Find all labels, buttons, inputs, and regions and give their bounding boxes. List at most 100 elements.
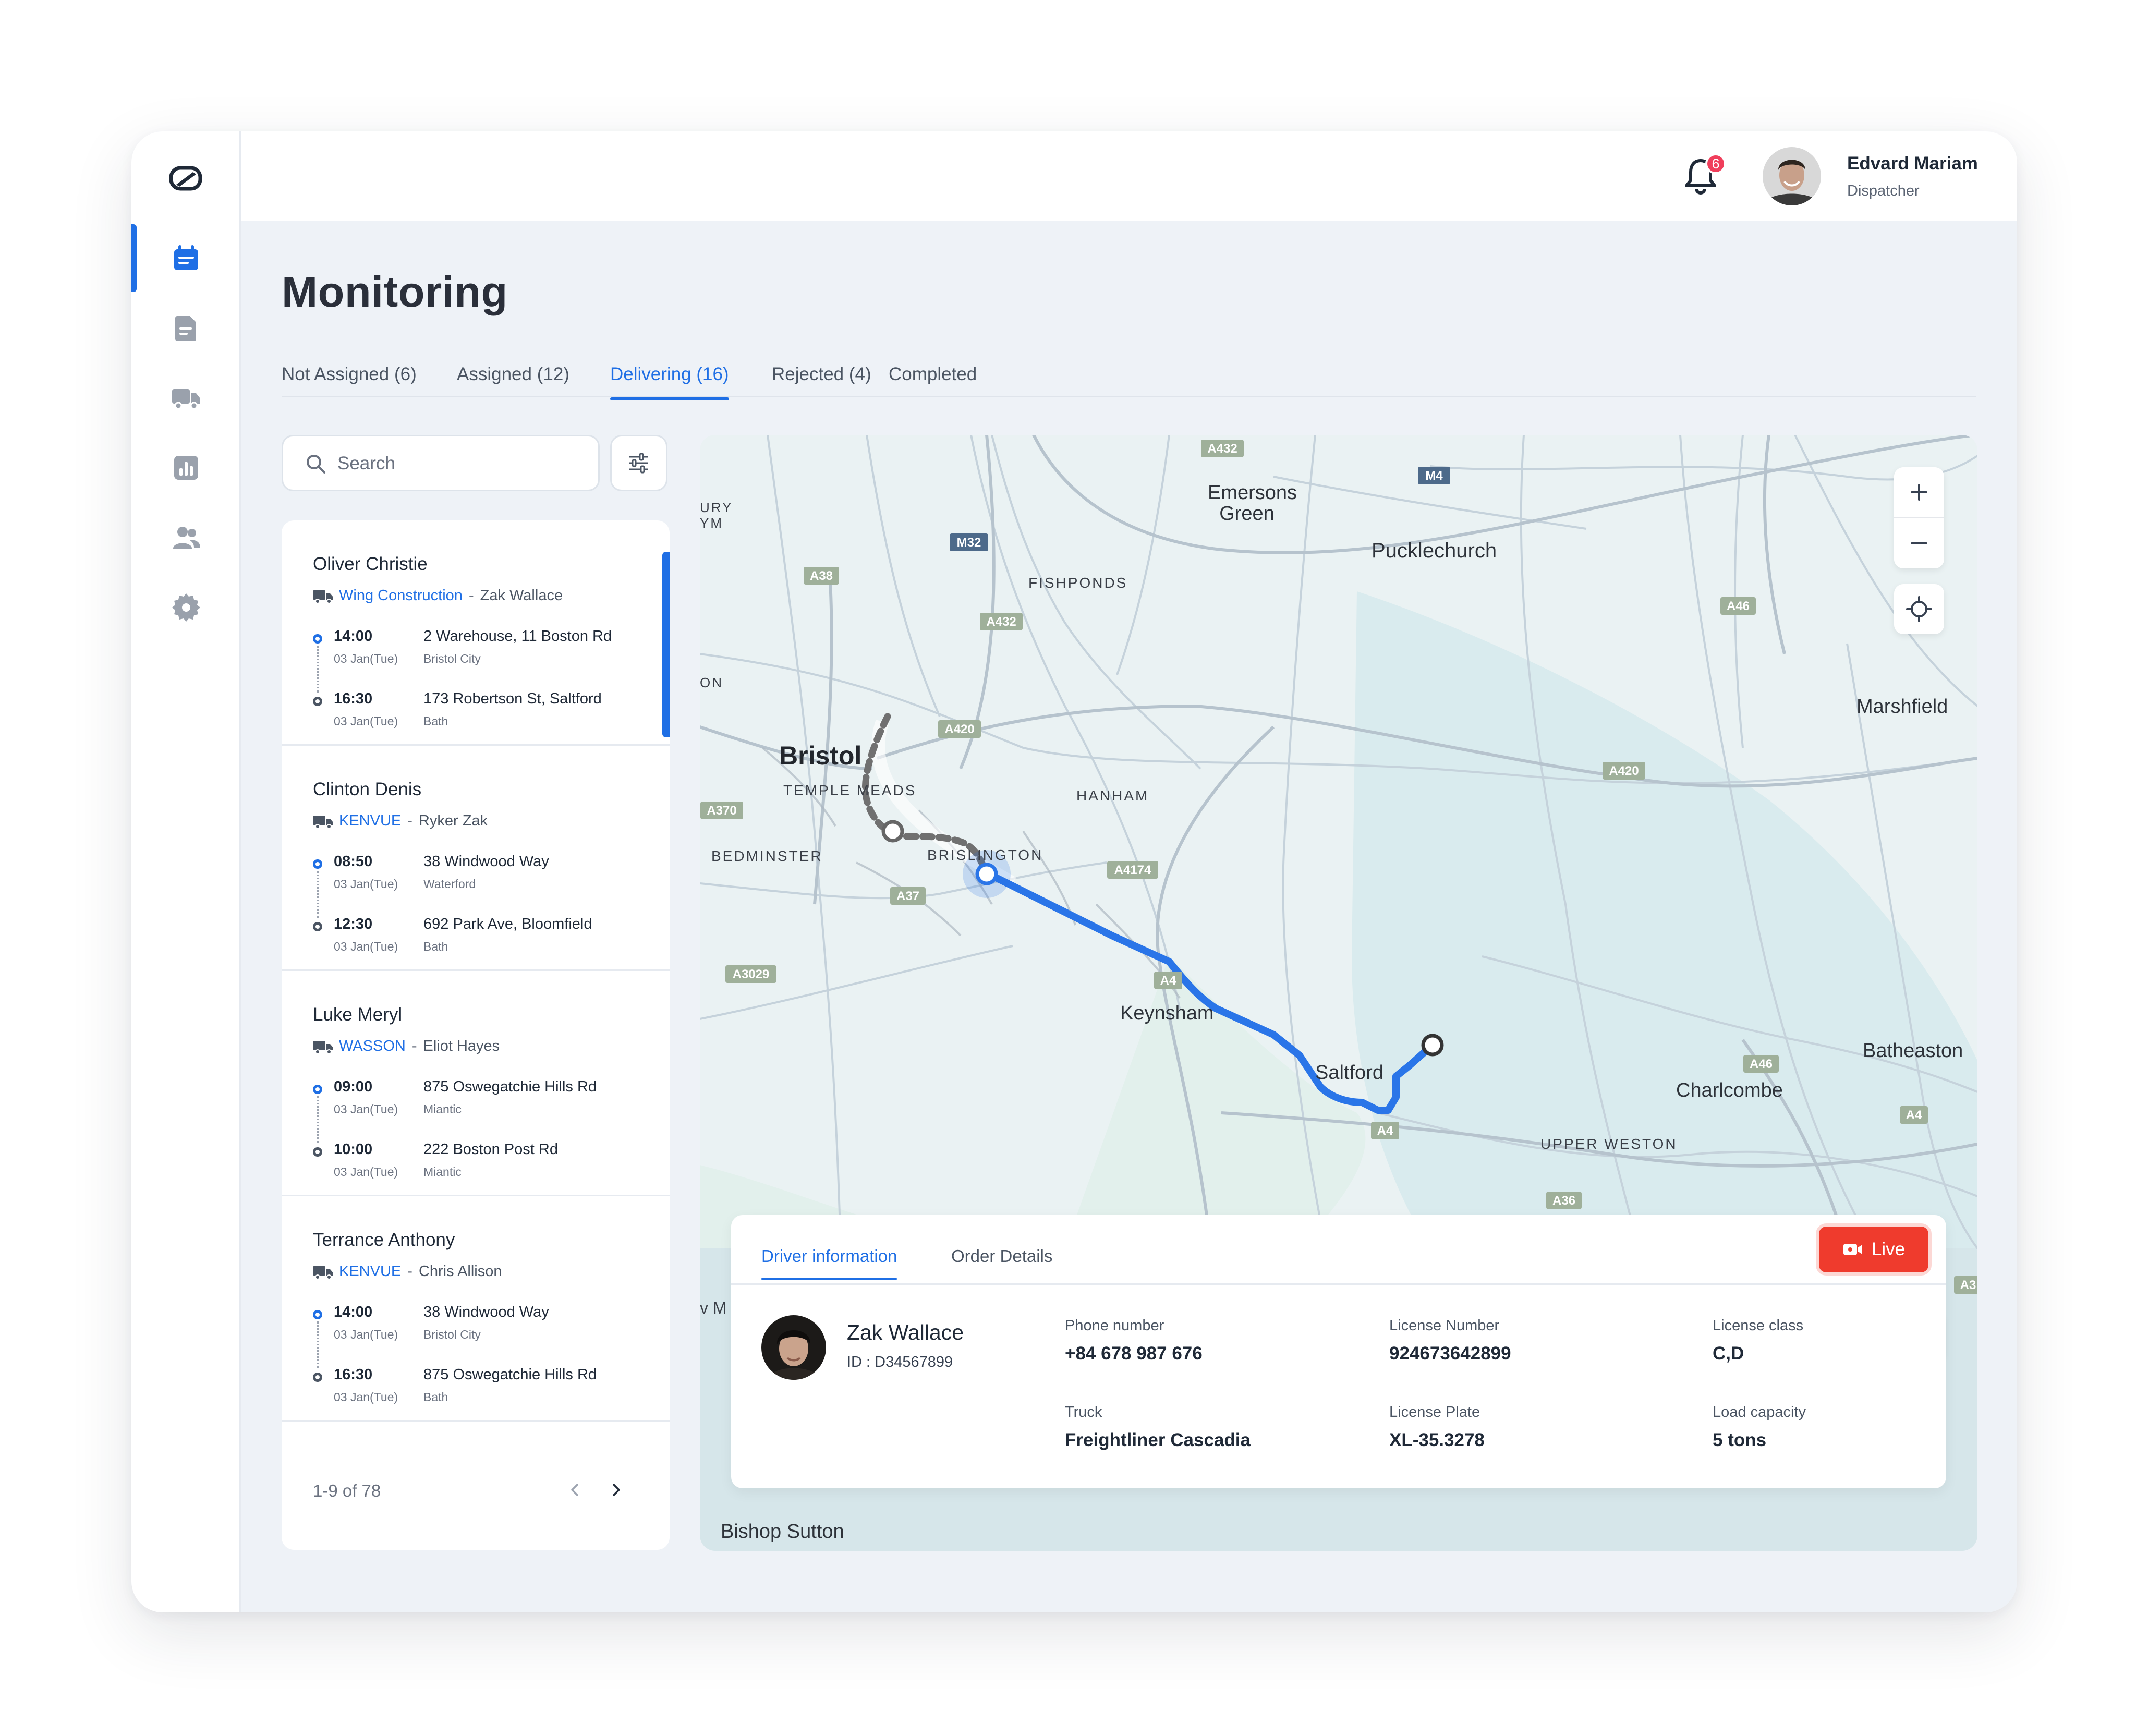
- live-label: Live: [1871, 1239, 1906, 1259]
- field-label-license-number: License Number: [1389, 1317, 1500, 1334]
- road-shield: A432: [1200, 439, 1244, 460]
- notification-count-badge: 6: [1705, 153, 1726, 174]
- dropoff-dot-icon: [313, 1373, 322, 1382]
- map-label: Bristol: [779, 741, 862, 770]
- map-label: URY: [700, 500, 733, 515]
- map-label: v M: [700, 1298, 727, 1317]
- road-label-a46-2: A46: [1750, 1057, 1773, 1071]
- order-driver: Ryker Zak: [418, 812, 488, 829]
- pickup-date: 03 Jan(Tue): [334, 652, 398, 665]
- pickup-time: 08:50: [334, 853, 373, 870]
- search-input[interactable]: [337, 450, 588, 477]
- filter-button[interactable]: [610, 435, 668, 491]
- road-shield: A36: [1546, 1191, 1582, 1212]
- map-label: Saltford: [1315, 1062, 1383, 1084]
- map-label: HANHAM: [1076, 787, 1149, 804]
- live-button[interactable]: Live: [1819, 1227, 1928, 1272]
- road-shield: A37: [890, 887, 926, 908]
- map-label: BEDMINSTER: [711, 848, 823, 864]
- dropoff-address: 692 Park Ave, Bloomfield: [423, 916, 592, 932]
- field-label-license-class: License class: [1713, 1317, 1804, 1334]
- order-driver: Eliot Hayes: [423, 1038, 500, 1054]
- field-label-load-capacity: Load capacity: [1713, 1404, 1806, 1421]
- map-label: Charlcombe: [1676, 1079, 1783, 1101]
- dropoff-address: 875 Oswegatchie Hills Rd: [423, 1366, 597, 1383]
- road-label-a432: A432: [1207, 442, 1237, 456]
- road-shield: A3029: [725, 965, 777, 986]
- zoom-out-button[interactable]: [1894, 518, 1944, 568]
- separator: -: [407, 1263, 412, 1280]
- dropoff-date: 03 Jan(Tue): [334, 1390, 398, 1404]
- next-page-button[interactable]: [603, 1477, 629, 1503]
- tab-completed[interactable]: Completed: [889, 364, 977, 385]
- dropoff-date: 03 Jan(Tue): [334, 714, 398, 728]
- tab-delivering[interactable]: Delivering (16): [610, 364, 729, 400]
- field-label-license-plate: License Plate: [1389, 1404, 1480, 1421]
- nav-settings-icon[interactable]: [131, 574, 241, 641]
- order-customer-name: Clinton Denis: [313, 779, 422, 799]
- truck-icon: [313, 1266, 333, 1280]
- road-shield: A370: [700, 801, 744, 822]
- road-shield: A3: [1953, 1276, 1977, 1297]
- road-label-a36: A36: [1552, 1194, 1575, 1208]
- map-label: Green: [1219, 503, 1275, 525]
- road-shield: A4174: [1107, 860, 1159, 882]
- road-shield: A4: [1370, 1121, 1400, 1143]
- road-shield: A38: [803, 566, 840, 588]
- minus-icon: [1911, 542, 1927, 544]
- map-label: UPPER WESTON: [1540, 1136, 1678, 1152]
- tab-rejected[interactable]: Rejected (4): [772, 364, 871, 385]
- zoom-in-button[interactable]: [1894, 467, 1944, 517]
- order-card-1[interactable]: Clinton Denis KENVUE - Ryker Zak 08:50 0…: [282, 746, 670, 971]
- prev-page-button[interactable]: [562, 1477, 588, 1503]
- driver-avatar: [761, 1315, 826, 1380]
- order-company-link[interactable]: KENVUE: [339, 1263, 401, 1280]
- pickup-city: Bristol City: [423, 652, 481, 665]
- order-company-link[interactable]: WASSON: [339, 1038, 406, 1055]
- dropoff-city: Miantic: [423, 1165, 462, 1179]
- order-card-3[interactable]: Terrance Anthony KENVUE - Chris Allison …: [282, 1196, 670, 1422]
- order-customer-name: Luke Meryl: [313, 1004, 403, 1025]
- driver-id: ID : D34567899: [847, 1354, 953, 1370]
- field-value-phone: +84 678 987 676: [1065, 1343, 1203, 1364]
- order-company-link[interactable]: KENVUE: [339, 812, 401, 830]
- tab-order-details[interactable]: Order Details: [951, 1246, 1052, 1266]
- pickup-dot-icon: [313, 859, 322, 869]
- road-label-a420: A420: [944, 722, 974, 736]
- dropoff-time: 12:30: [334, 916, 373, 932]
- user-avatar[interactable]: [1763, 147, 1821, 205]
- order-card-0[interactable]: Oliver Christie Wing Construction - Zak …: [282, 520, 670, 746]
- pickup-dot-icon: [313, 1085, 322, 1094]
- dropoff-dot-icon: [313, 1147, 322, 1157]
- pickup-address: 875 Oswegatchie Hills Rd: [423, 1078, 597, 1095]
- sidebar: [131, 131, 241, 1612]
- road-shield: A420: [938, 720, 981, 741]
- crosshair-icon: [1906, 596, 1932, 622]
- app-logo-icon[interactable]: [169, 166, 202, 191]
- nav-drivers-icon[interactable]: [131, 504, 241, 572]
- order-driver: Chris Allison: [418, 1263, 502, 1280]
- status-tabs: Not Assigned (6) Assigned (12) Deliverin…: [282, 361, 1976, 400]
- zoom-controls: [1894, 467, 1944, 568]
- map-label: Marshfield: [1856, 696, 1948, 718]
- nav-reports-icon[interactable]: [131, 434, 241, 502]
- pickup-city: Waterford: [423, 877, 476, 891]
- map-label: Batheaston: [1863, 1040, 1963, 1062]
- nav-trucks-icon[interactable]: [131, 364, 241, 432]
- field-value-license-class: C,D: [1713, 1343, 1744, 1364]
- dropoff-time: 16:30: [334, 1366, 373, 1383]
- tab-assigned[interactable]: Assigned (12): [457, 364, 569, 385]
- tab-not-assigned[interactable]: Not Assigned (6): [282, 364, 417, 385]
- road-shield: A420: [1602, 761, 1646, 783]
- locate-button[interactable]: [1894, 584, 1944, 634]
- dropoff-dot-icon: [313, 922, 322, 931]
- order-card-2[interactable]: Luke Meryl WASSON - Eliot Hayes 09:00 03…: [282, 971, 670, 1196]
- tab-driver-information[interactable]: Driver information: [761, 1246, 897, 1280]
- road-label-a3029: A3029: [733, 967, 770, 981]
- map-label: BRISLINGTON: [927, 847, 1043, 863]
- field-value-license-number: 924673642899: [1389, 1343, 1511, 1364]
- nav-documents-icon[interactable]: [131, 294, 241, 362]
- nav-orders-icon[interactable]: [131, 224, 241, 292]
- order-company-link[interactable]: Wing Construction: [339, 587, 463, 604]
- pagination-label: 1-9 of 78: [313, 1481, 381, 1500]
